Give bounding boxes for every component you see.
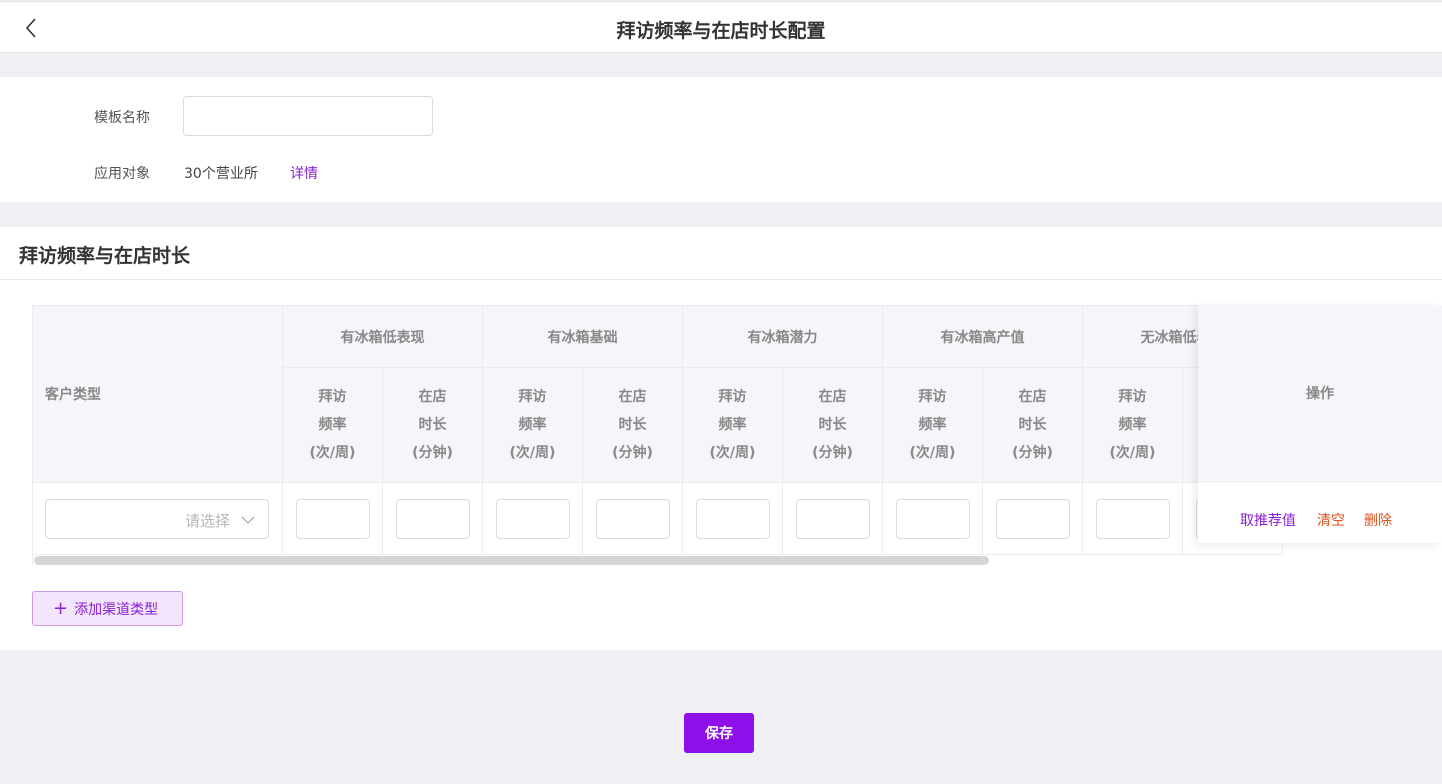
duration-input[interactable] — [395, 498, 470, 539]
freq-subheader: 拜访 频率 (次/周) — [283, 368, 383, 483]
top-bar: 拜访频率与在店时长配置 — [0, 1, 1442, 53]
group-header: 有冰箱高产值 — [883, 306, 1083, 368]
freq-subheader: 拜访 频率 (次/周) — [1083, 368, 1183, 483]
duration-subheader: 在店时长(分钟) — [583, 368, 683, 483]
scrollbar-thumb[interactable] — [34, 556, 989, 565]
freq-input[interactable] — [495, 498, 570, 539]
group-header: 有冰箱潜力 — [683, 306, 883, 368]
duration-subheader: 在店时长(分钟) — [783, 368, 883, 483]
duration-input[interactable] — [995, 498, 1070, 539]
section-divider — [0, 279, 1442, 280]
apply-target-value: 30个营业所 — [184, 166, 258, 182]
plus-icon: + — [53, 597, 69, 619]
add-channel-label: 添加渠道类型 — [74, 601, 159, 618]
customer-type-select[interactable]: 请选择 — [45, 499, 269, 539]
duration-input[interactable] — [595, 498, 670, 539]
operations-column: 操作 取推荐值 清空 删除 — [1198, 305, 1442, 543]
frequency-section: 拜访频率与在店时长 客户类型 有冰箱低表现 有冰箱基础 有冰箱潜力 有冰箱高产值… — [0, 227, 1442, 650]
group-header: 有冰箱基础 — [483, 306, 683, 368]
freq-input[interactable] — [295, 498, 370, 539]
operations-header: 操作 — [1198, 305, 1442, 482]
clear-link[interactable]: 清空 — [1317, 510, 1345, 530]
select-placeholder: 请选择 — [184, 512, 230, 530]
duration-subheader: 在店时长(分钟) — [983, 368, 1083, 483]
freq-input[interactable] — [895, 498, 970, 539]
template-name-label: 模板名称 — [94, 110, 150, 126]
freq-subheader: 拜访 频率 (次/周) — [683, 368, 783, 483]
delete-link[interactable]: 删除 — [1364, 510, 1392, 530]
chevron-down-icon — [241, 516, 255, 525]
duration-subheader: 在店时长(分钟) — [383, 368, 483, 483]
page-title: 拜访频率与在店时长配置 — [616, 20, 826, 42]
apply-target-label: 应用对象 — [94, 166, 150, 182]
group-header: 有冰箱低表现 — [283, 306, 483, 368]
freq-subheader: 拜访 频率 (次/周) — [883, 368, 983, 483]
duration-input[interactable] — [795, 498, 870, 539]
add-channel-button[interactable]: + 添加渠道类型 — [32, 591, 183, 626]
freq-subheader: 拜访 频率 (次/周) — [483, 368, 583, 483]
detail-link[interactable]: 详情 — [290, 163, 318, 183]
freq-input[interactable] — [695, 498, 770, 539]
freq-input[interactable] — [1095, 498, 1170, 539]
basic-info-card: 模板名称 应用对象 30个营业所 详情 — [0, 77, 1442, 202]
recommend-value-link[interactable]: 取推荐值 — [1240, 510, 1296, 530]
template-name-input[interactable] — [183, 96, 433, 136]
save-button[interactable]: 保存 — [684, 713, 754, 753]
section-title: 拜访频率与在店时长 — [19, 245, 191, 267]
customer-type-header: 客户类型 — [33, 306, 283, 483]
